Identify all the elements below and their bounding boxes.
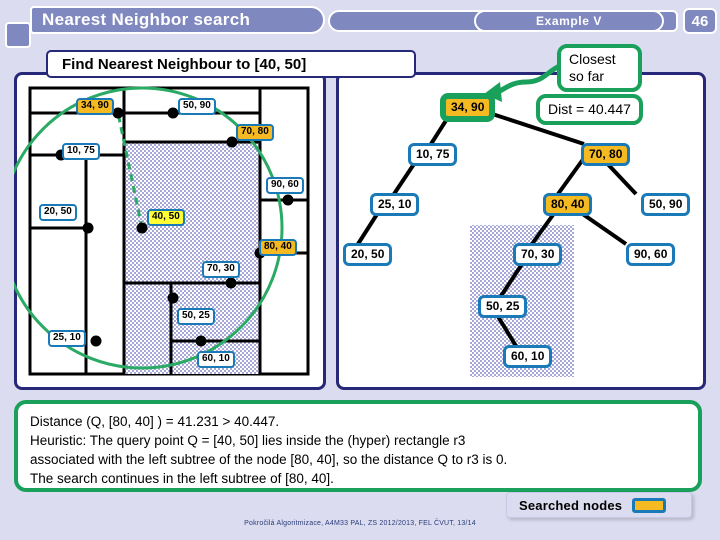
tree-node: 70, 80 bbox=[581, 143, 631, 166]
space-point-label: 10, 75 bbox=[62, 143, 100, 160]
space-point-label: 60, 10 bbox=[197, 351, 235, 368]
example-label: Example V bbox=[474, 10, 664, 32]
space-point bbox=[282, 194, 294, 206]
tree-node: 10, 75 bbox=[408, 143, 458, 166]
tree-node: 25, 10 bbox=[370, 193, 420, 216]
legend-label: Searched nodes bbox=[519, 497, 623, 513]
highlight-region-r3 bbox=[124, 142, 260, 374]
distance-callout: Dist = 40.447 bbox=[536, 94, 643, 125]
space-point bbox=[90, 335, 102, 347]
space-point-label: 50, 90 bbox=[178, 98, 216, 115]
slide-header: Nearest Neighbor search Example V 46 bbox=[0, 0, 720, 48]
space-point bbox=[167, 107, 179, 119]
task-banner: Find Nearest Neighbour to [40, 50] bbox=[46, 50, 416, 78]
tree-node: 80, 40 bbox=[543, 193, 593, 216]
space-point-label: 80, 40 bbox=[259, 239, 297, 256]
explanation-line-1: Distance (Q, [80, 40] ) = 41.231 > 40.44… bbox=[30, 414, 280, 429]
space-point bbox=[225, 277, 237, 289]
space-point-label: 50, 25 bbox=[177, 308, 215, 325]
explanation-box: Distance (Q, [80, 40] ) = 41.231 > 40.44… bbox=[14, 400, 702, 492]
tree-node: 70, 30 bbox=[513, 243, 563, 266]
legend-color-swatch bbox=[632, 497, 667, 513]
space-point bbox=[136, 222, 148, 234]
tree-node: 90, 60 bbox=[626, 243, 676, 266]
explanation-line-3: associated with the left subtree of the … bbox=[30, 452, 508, 467]
space-point bbox=[167, 292, 179, 304]
tree-node: 60, 10 bbox=[503, 345, 553, 368]
explanation-line-2: Heuristic: The query point Q = [40, 50] … bbox=[30, 433, 466, 448]
closest-callout-line1: Closest bbox=[569, 51, 616, 67]
space-point-label: 90, 60 bbox=[266, 177, 304, 194]
closest-so-far-callout: Closest so far bbox=[557, 44, 642, 92]
slide-footer: Pokročilá Algoritmizace, A4M33 PAL, ZS 2… bbox=[244, 520, 476, 527]
header-corner-block bbox=[5, 22, 31, 48]
explanation-line-4: The search continues in the left subtree… bbox=[30, 471, 334, 486]
tree-node: 20, 50 bbox=[343, 243, 393, 266]
space-point-label: 70, 80 bbox=[236, 124, 274, 141]
space-point-label: 20, 50 bbox=[39, 204, 77, 221]
page-title: Nearest Neighbor search bbox=[30, 6, 325, 34]
space-point bbox=[82, 222, 94, 234]
space-point-label: 40, 50 bbox=[147, 209, 185, 226]
tree-node: 50, 25 bbox=[478, 295, 528, 318]
legend-searched-nodes: Searched nodes bbox=[506, 492, 692, 518]
space-point-label: 34, 90 bbox=[76, 98, 114, 115]
tree-node: 50, 90 bbox=[641, 193, 691, 216]
slide-number: 46 bbox=[683, 8, 717, 34]
space-point bbox=[112, 107, 124, 119]
space-point bbox=[195, 335, 207, 347]
space-point-label: 70, 30 bbox=[202, 261, 240, 278]
space-point-label: 25, 10 bbox=[48, 330, 86, 347]
closest-callout-line2: so far bbox=[569, 68, 605, 84]
